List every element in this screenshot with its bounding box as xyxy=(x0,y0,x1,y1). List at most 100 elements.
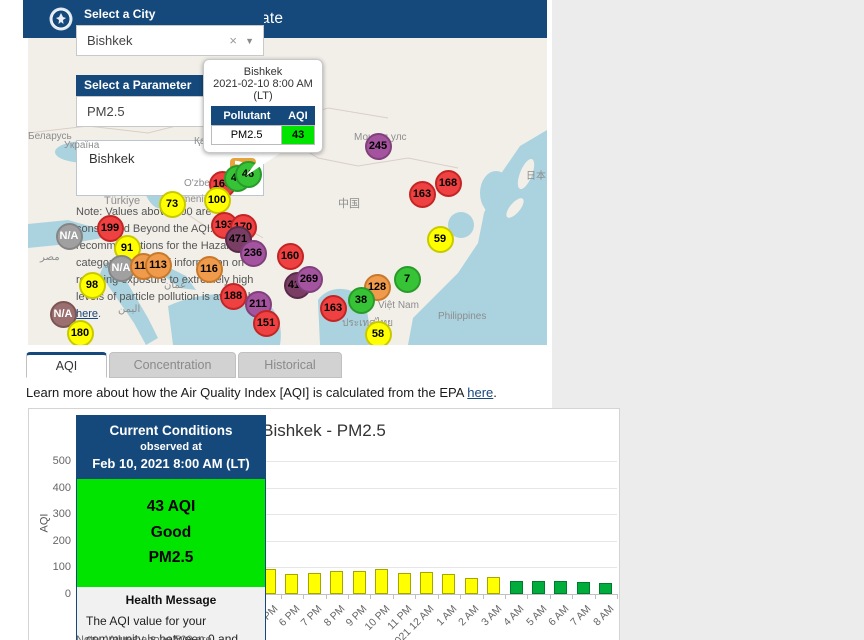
current-conditions-title: Current Conditions xyxy=(81,423,261,438)
chart-y-tick-label: 500 xyxy=(39,455,71,467)
aqi-marker[interactable]: 269 xyxy=(296,266,323,293)
aqi-marker[interactable]: 168 xyxy=(435,170,462,197)
tooltip-lt: (LT) xyxy=(209,90,317,102)
current-conditions-header: Current Conditions observed at Feb 10, 2… xyxy=(77,416,265,479)
map-place-label: 日本 xyxy=(526,167,546,182)
tooltip-city: Bishkek xyxy=(209,66,317,78)
page: AirNow Department of State xyxy=(0,0,864,640)
chart-x-tickmark xyxy=(527,594,528,599)
chart-y-tick-label: 100 xyxy=(39,561,71,573)
aqi-marker[interactable]: 160 xyxy=(277,243,304,270)
learn-more-text: Learn more about how the Air Quality Ind… xyxy=(26,385,467,400)
chart-bar[interactable] xyxy=(330,571,343,594)
chart-bar[interactable] xyxy=(353,571,366,594)
chart-bar[interactable] xyxy=(510,581,523,594)
current-conditions-box: Current Conditions observed at Feb 10, 2… xyxy=(76,415,266,640)
aqi-marker[interactable]: 245 xyxy=(365,133,392,160)
map-place-label: عمان xyxy=(164,280,186,291)
map-place-label: Türkiye xyxy=(104,195,140,207)
aqi-marker[interactable]: 116 xyxy=(196,256,223,283)
aqi-marker[interactable]: 163 xyxy=(409,181,436,208)
chart-x-tickmark xyxy=(370,594,371,599)
chart-x-tickmark xyxy=(348,594,349,599)
aqi-value-panel: 43 AQI Good PM2.5 xyxy=(77,479,265,587)
chart-x-tickmark xyxy=(595,594,596,599)
chart-y-tick-label: 400 xyxy=(39,482,71,494)
health-message-title: Health Message xyxy=(86,593,256,607)
aqi-marker[interactable]: 236 xyxy=(240,240,267,267)
chart-x-tickmark xyxy=(572,594,573,599)
learn-more-period: . xyxy=(493,385,497,400)
city-caret-icon[interactable]: ▼ xyxy=(245,27,254,56)
aqi-marker[interactable]: 38 xyxy=(348,287,375,314)
chart-bar[interactable] xyxy=(599,583,612,594)
aqi-pollutant: PM2.5 xyxy=(81,545,261,571)
select-city-header: Select a City xyxy=(76,4,264,25)
tab-historical[interactable]: Historical xyxy=(238,352,342,378)
parameter-select-value: PM2.5 xyxy=(87,104,125,119)
feed-city-title: Bishkek xyxy=(89,151,135,166)
tooltip-aqi-value: 43 xyxy=(282,126,315,145)
chart-x-tickmark xyxy=(438,594,439,599)
aqi-marker[interactable]: 59 xyxy=(427,226,454,253)
chart-bar[interactable] xyxy=(532,581,545,594)
chart-x-tickmark xyxy=(303,594,304,599)
map-place-label: مصر xyxy=(40,252,60,263)
chart-x-tickmark xyxy=(483,594,484,599)
aqi-marker[interactable]: 151 xyxy=(253,310,280,337)
aqi-marker[interactable]: N/A xyxy=(56,223,83,250)
chart-x-tickmark xyxy=(281,594,282,599)
tab-aqi[interactable]: AQI xyxy=(26,352,107,378)
aqi-marker[interactable]: 163 xyxy=(320,295,347,322)
map-place-label: اليمن xyxy=(118,304,140,315)
chart-bar[interactable] xyxy=(487,577,500,594)
city-select-value: Bishkek xyxy=(87,33,133,48)
note-link[interactable]: here xyxy=(76,308,98,320)
chart-bar[interactable] xyxy=(285,574,298,594)
aqi-marker[interactable]: 100 xyxy=(204,187,231,214)
chart-bar[interactable] xyxy=(554,581,567,594)
city-clear-icon[interactable]: × xyxy=(229,26,237,55)
aqi-marker[interactable]: 98 xyxy=(79,272,106,299)
chart-y-tick-label: 200 xyxy=(39,535,71,547)
tab-concentration[interactable]: Concentration xyxy=(109,352,236,378)
tooltip-pollutant-value: PM2.5 xyxy=(212,126,282,145)
chart-x-tickmark xyxy=(460,594,461,599)
chart-bar[interactable] xyxy=(442,574,455,594)
tooltip-table: Pollutant AQI PM2.5 43 xyxy=(211,106,315,145)
chart-bar[interactable] xyxy=(308,573,321,594)
chart-bar[interactable] xyxy=(420,572,433,594)
chart-y-tick-label: 300 xyxy=(39,508,71,520)
dept-of-state-seal-icon xyxy=(49,7,73,31)
chart-x-tickmark xyxy=(505,594,506,599)
chart-x-tickmark xyxy=(617,594,618,599)
map-tooltip: Bishkek 2021-02-10 8:00 AM (LT) Pollutan… xyxy=(203,59,323,153)
chart-bar[interactable] xyxy=(465,578,478,594)
chart-bar[interactable] xyxy=(577,582,590,594)
learn-more-line: Learn more about how the Air Quality Ind… xyxy=(26,385,497,400)
observed-at-label: observed at xyxy=(81,441,261,453)
aqi-marker[interactable]: 73 xyxy=(159,191,186,218)
aqi-marker[interactable]: 58 xyxy=(365,321,392,346)
chart-bar[interactable] xyxy=(375,569,388,594)
aqi-category: Good xyxy=(81,520,261,546)
tooltip-col-pollutant: Pollutant xyxy=(212,107,282,126)
map-place-label: 中国 xyxy=(338,195,360,211)
health-message-panel: Health Message The AQI value for your co… xyxy=(77,587,265,640)
chart-bar[interactable] xyxy=(398,573,411,594)
clipped-note-text: Note: Values above 500 are considered Be… xyxy=(76,634,268,640)
map-place-label: Việt Nam xyxy=(378,300,419,311)
aqi-marker[interactable]: 180 xyxy=(67,320,94,346)
chart-y-tick-label: 0 xyxy=(39,588,71,600)
map-place-label: Philippines xyxy=(438,311,486,322)
chart-x-tickmark xyxy=(415,594,416,599)
chart-x-tickmark xyxy=(550,594,551,599)
tooltip-datetime: 2021-02-10 8:00 AM xyxy=(209,78,317,90)
aqi-marker[interactable]: 7 xyxy=(394,266,421,293)
city-select[interactable]: Bishkek × ▼ xyxy=(76,25,264,56)
observed-datetime: Feb 10, 2021 8:00 AM (LT) xyxy=(81,456,261,471)
map-place-label: Україна xyxy=(64,140,99,151)
aqi-marker[interactable]: 188 xyxy=(220,283,247,310)
aqi-marker[interactable]: 113 xyxy=(145,252,172,279)
learn-more-link[interactable]: here xyxy=(467,385,493,400)
